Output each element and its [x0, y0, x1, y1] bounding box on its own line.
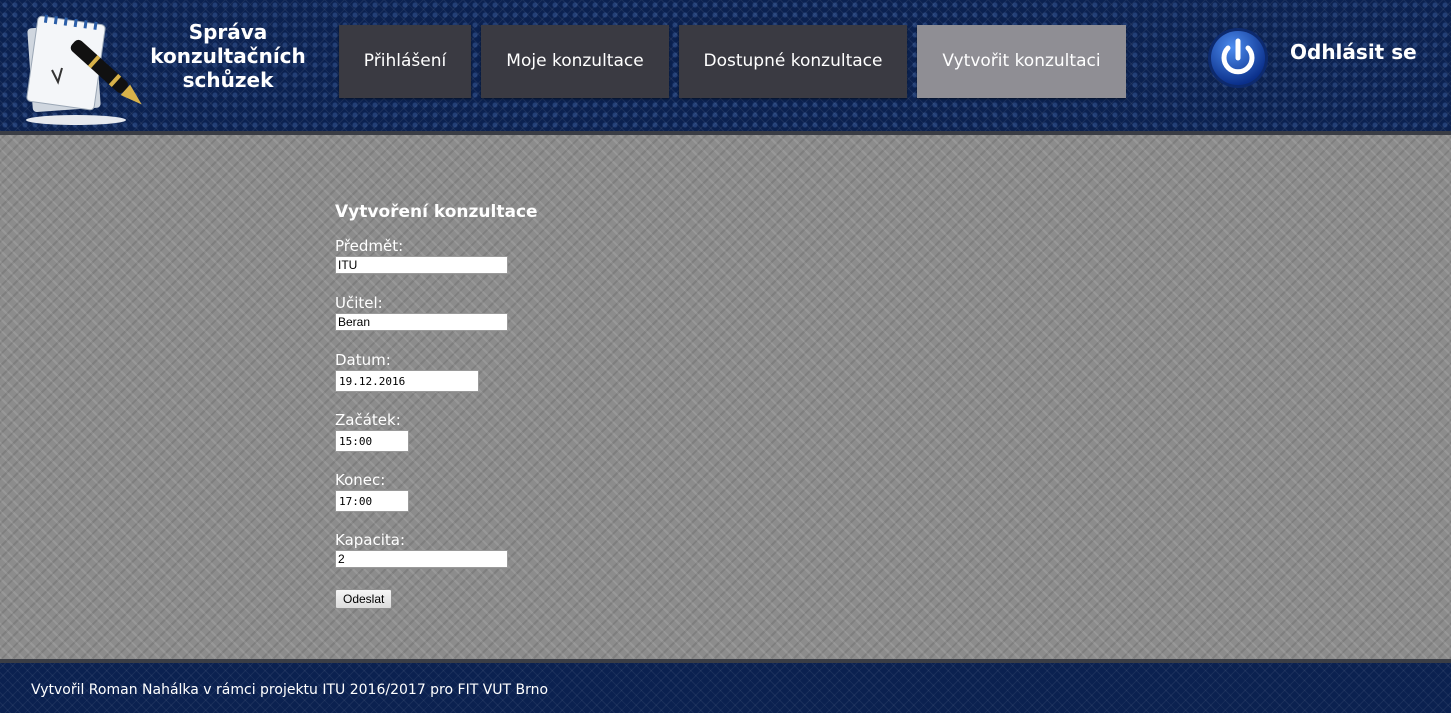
date-input[interactable] — [335, 370, 479, 392]
subject-label: Předmět: — [335, 237, 404, 255]
nav-moje-konzultace[interactable]: Moje konzultace — [481, 25, 669, 98]
header: Správa konzultačních schůzek Přihlášení … — [0, 0, 1451, 131]
site-title-line: Správa — [188, 20, 268, 44]
end-time-input[interactable] — [335, 490, 409, 512]
submit-button[interactable]: Odeslat — [335, 589, 393, 609]
end-label: Konec: — [335, 471, 386, 489]
footer-credits: Vytvořil Roman Nahálka v rámci projektu … — [31, 682, 549, 698]
nav-dostupne-konzultace[interactable]: Dostupné konzultace — [679, 25, 907, 98]
teacher-input[interactable] — [335, 313, 508, 331]
logout-link[interactable]: Odhlásit se — [1290, 40, 1417, 64]
site-title: Správa konzultačních schůzek — [146, 20, 310, 92]
nav-prihlaseni[interactable]: Přihlášení — [339, 25, 471, 98]
teacher-label: Učitel: — [335, 294, 383, 312]
nav-vytvorit-konzultaci[interactable]: Vytvořit konzultaci — [917, 25, 1126, 98]
form-title: Vytvoření konzultace — [335, 202, 538, 222]
site-title-line: schůzek — [182, 68, 274, 92]
power-icon[interactable] — [1207, 27, 1269, 89]
capacity-label: Kapacita: — [335, 531, 406, 549]
notepad-pen-icon — [26, 14, 142, 125]
footer: Vytvořil Roman Nahálka v rámci projektu … — [0, 663, 1451, 713]
date-label: Datum: — [335, 351, 391, 369]
capacity-input[interactable] — [335, 550, 508, 568]
start-label: Začátek: — [335, 411, 401, 429]
site-title-line: konzultačních — [150, 44, 306, 68]
main-content: Vytvoření konzultace Předmět: Učitel: Da… — [0, 135, 1451, 659]
start-time-input[interactable] — [335, 430, 409, 452]
subject-input[interactable] — [335, 256, 508, 274]
